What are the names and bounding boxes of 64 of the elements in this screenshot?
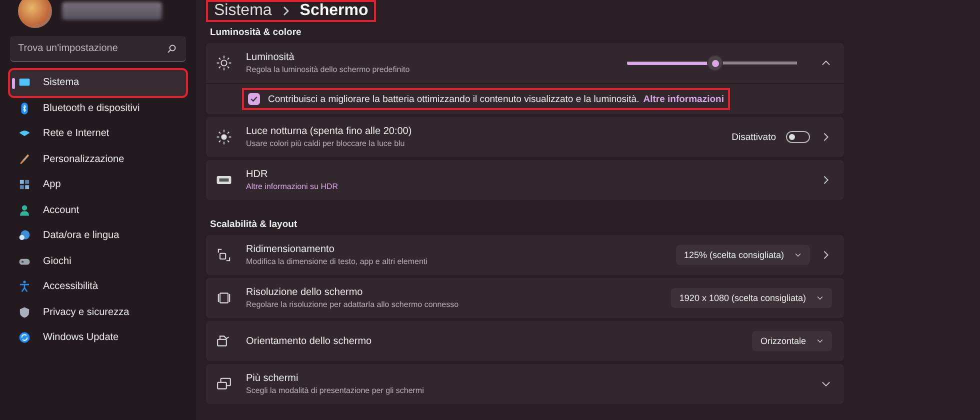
setting-description: Modifica la dimensione di testo, app e altri elementi — [246, 257, 428, 266]
nav-item[interactable]: Windows Update — [10, 325, 186, 350]
rotate-screen-icon — [216, 333, 232, 349]
nav-item[interactable]: Account — [10, 198, 186, 223]
setting-card[interactable]: Ridimensionamento Modifica la dimensione di testo, app e altri elementi 125% (scelta consigliata) — [206, 235, 844, 275]
setting-title: Orientamento dello schermo — [246, 336, 373, 346]
setting-card[interactable]: HDR Altre informazioni su HDR — [206, 160, 844, 200]
setting-title: Più schermi — [246, 373, 300, 384]
multi-monitor-icon — [216, 376, 232, 392]
nav-item[interactable]: Giochi — [10, 248, 186, 274]
setting-description: Usare colori più caldi per bloccare la luce blu — [246, 139, 406, 148]
section-heading: Scalabilità & layout — [210, 219, 298, 230]
nav-item[interactable]: Accessibilità — [10, 274, 186, 300]
setting-card[interactable]: Più schermi Scegli la modalità di presentazione per gli schermi — [206, 364, 844, 404]
setting-card[interactable]: Luminosità Regola la luminosità dello schermo predefinito Contribuisci a migliorare la batteria ottimizzando il contenuto visualizzato e la luminosità. Altre informazioni — [206, 43, 844, 114]
setting-description: Regola la luminosità dello schermo predefinito — [246, 65, 411, 74]
breadcrumb-separator-icon — [282, 6, 290, 16]
caret-icon — [794, 251, 802, 259]
nav-item[interactable]: Rete e Internet — [10, 121, 186, 146]
resize-icon — [216, 247, 232, 263]
nav-item[interactable]: App — [10, 172, 186, 198]
dropdown[interactable]: 125% (scelta consigliata) — [676, 245, 810, 265]
nav-item[interactable]: Bluetooth e dispositivi — [10, 96, 186, 121]
sun-icon — [216, 55, 232, 71]
setting-title: Luminosità — [246, 52, 296, 63]
person-icon — [18, 204, 31, 217]
resolution-icon — [216, 290, 232, 306]
apps-icon — [18, 178, 31, 192]
checkmark-icon — [250, 95, 258, 103]
dropdown[interactable]: 1920 x 1080 (scelta consigliata) — [671, 288, 832, 308]
accessibility-icon — [18, 280, 31, 294]
section-heading: Luminosità & colore — [210, 27, 302, 38]
checkbox-label: Contribuisci a migliorare la batteria ottimizzando il contenuto visualizzato e la luminosità. Altre informazioni — [268, 94, 724, 104]
nav-item[interactable]: Privacy e sicurezza — [10, 300, 186, 325]
nav-item[interactable]: Sistema — [10, 70, 186, 96]
avatar[interactable] — [18, 0, 52, 28]
info-link[interactable]: Altre informazioni su HDR — [246, 182, 806, 191]
selection-indicator — [12, 78, 15, 89]
setting-description: Scegli la modalità di presentazione per gli schermi — [246, 386, 425, 395]
slider-thumb[interactable] — [708, 56, 722, 70]
toggle-status: Disattivato — [732, 132, 776, 142]
setting-title: Ridimensionamento — [246, 244, 336, 255]
search-field[interactable]: Trova un'impostazione — [10, 36, 186, 62]
setting-title: HDR — [246, 169, 269, 180]
dropdown[interactable]: Orizzontale — [752, 331, 832, 351]
setting-card[interactable]: Risoluzione dello schermo Regolare la risoluzione per adattarla allo schermo connesso 1920 x 1080 (scelta consigliata) — [206, 278, 844, 318]
nav-item[interactable]: Data/ora e lingua — [10, 223, 186, 248]
breadcrumb-link[interactable]: Sistema — [214, 2, 272, 20]
page-title: Schermo — [300, 2, 368, 20]
toggle-switch[interactable] — [786, 131, 810, 143]
more-info-link[interactable]: Altre informazioni — [643, 94, 724, 104]
brush-icon — [18, 152, 31, 166]
search-icon — [167, 44, 177, 54]
setting-description: Regolare la risoluzione per adattarla allo schermo connesso — [246, 300, 460, 309]
setting-title: Luce notturna (spenta fino alle 20:00) — [246, 126, 413, 137]
update-icon — [18, 331, 31, 344]
nav-item[interactable]: Personalizzazione — [10, 146, 186, 172]
checkbox[interactable] — [248, 93, 260, 105]
caret-icon — [816, 337, 824, 345]
shield-icon — [18, 306, 31, 319]
setting-title: Risoluzione dello schermo — [246, 287, 364, 298]
setting-card[interactable]: Orientamento dello schermo Orizzontale — [206, 321, 844, 361]
setting-card[interactable]: Luce notturna (spenta fino alle 20:00) Usare colori più caldi per bloccare la luce blu Disattivato — [206, 117, 844, 157]
caret-icon — [816, 294, 824, 302]
